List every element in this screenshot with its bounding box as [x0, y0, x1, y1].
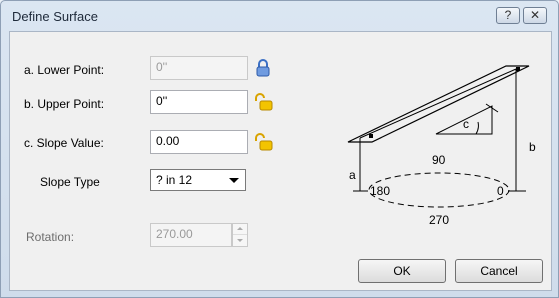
lock-closed-icon[interactable]	[255, 59, 271, 77]
rotation-label: Rotation:	[26, 230, 75, 244]
lock-open-icon[interactable]	[254, 133, 274, 151]
cancel-button[interactable]: Cancel	[455, 259, 543, 283]
label-c: c	[463, 117, 469, 131]
angle-90-label: 90	[432, 153, 446, 167]
slope-value-label: c. Slope Value:	[24, 136, 104, 150]
surface-diagram: b a c 90 180 0 270	[347, 65, 536, 227]
close-button[interactable]: ✕	[523, 7, 547, 24]
angle-0-label: 0	[497, 184, 504, 198]
ok-button[interactable]: OK	[358, 259, 446, 283]
surface-plane	[347, 65, 530, 143]
help-button[interactable]: ?	[496, 7, 520, 24]
upper-point-input[interactable]: 0''	[150, 90, 248, 114]
upper-point-marker	[516, 67, 520, 71]
slope-type-dropdown[interactable]: ? in 12	[150, 169, 246, 191]
dialog-body: a. Lower Point: 0'' b. Upper Point: 0'' …	[9, 31, 552, 291]
rotation-input[interactable]: 270.00	[150, 223, 232, 247]
dialog-title: Define Surface	[12, 9, 98, 24]
slope-angle-arc	[475, 121, 479, 135]
slope-type-label: Slope Type	[40, 175, 100, 189]
surface-inner-line	[359, 68, 517, 139]
label-a: a	[349, 168, 356, 182]
label-b: b	[529, 140, 536, 154]
spin-up-icon[interactable]	[233, 224, 247, 235]
upper-point-label: b. Upper Point:	[24, 97, 105, 111]
angle-180-label: 180	[370, 184, 390, 198]
dialog-window: Define Surface ? ✕ a. Lower Point: 0'' b…	[0, 0, 559, 298]
title-bar: Define Surface ? ✕	[1, 1, 558, 31]
lower-point-input[interactable]: 0''	[150, 56, 248, 80]
lower-point-label: a. Lower Point:	[24, 63, 105, 77]
slope-type-value: ? in 12	[156, 173, 193, 187]
spin-down-icon[interactable]	[233, 235, 247, 245]
lower-point-marker	[369, 134, 373, 138]
slope-value-input[interactable]: 0.00	[150, 130, 248, 154]
lock-open-icon[interactable]	[254, 93, 274, 111]
chevron-down-icon	[229, 178, 239, 183]
angle-270-label: 270	[429, 213, 449, 227]
rotation-spinner[interactable]	[232, 223, 248, 247]
